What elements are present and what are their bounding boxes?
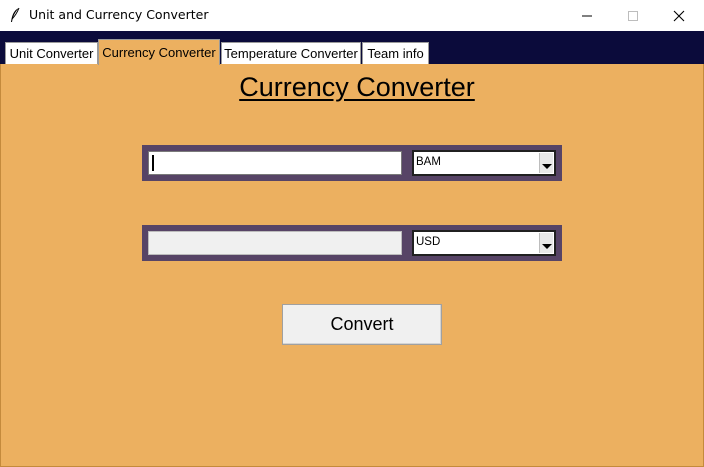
dropdown-arrow-button[interactable] xyxy=(539,233,553,253)
chevron-down-icon xyxy=(541,244,552,249)
minimize-button[interactable] xyxy=(564,0,610,31)
currency-converter-panel: Currency Converter BAM USD Convert xyxy=(0,64,704,467)
to-currency-value: USD xyxy=(416,236,441,248)
window-title: Unit and Currency Converter xyxy=(29,7,209,22)
tab-temperature-converter[interactable]: Temperature Converter xyxy=(221,42,361,64)
feather-icon xyxy=(11,7,20,22)
close-icon xyxy=(673,10,685,21)
dropdown-arrow-button[interactable] xyxy=(539,153,553,173)
maximize-button[interactable] xyxy=(610,0,656,31)
tab-unit-converter[interactable]: Unit Converter xyxy=(5,42,98,64)
from-currency-value: BAM xyxy=(416,156,441,168)
tab-currency-converter[interactable]: Currency Converter xyxy=(98,39,220,65)
chevron-down-icon xyxy=(541,164,552,169)
to-row: USD xyxy=(142,225,562,261)
page-title: Currency Converter xyxy=(239,72,475,102)
to-currency-select[interactable]: USD xyxy=(412,230,556,256)
amount-input[interactable] xyxy=(148,151,402,175)
text-cursor xyxy=(152,155,154,171)
tab-strip: Unit Converter Currency Converter Temper… xyxy=(0,31,704,65)
close-button[interactable] xyxy=(656,0,702,31)
maximize-icon xyxy=(628,10,638,21)
tab-team-info[interactable]: Team info xyxy=(362,42,429,64)
from-currency-select[interactable]: BAM xyxy=(412,150,556,176)
convert-button[interactable]: Convert xyxy=(282,304,442,345)
minimize-icon xyxy=(582,15,592,16)
from-row: BAM xyxy=(142,145,562,181)
result-output xyxy=(148,231,402,255)
title-bar: Unit and Currency Converter xyxy=(0,0,704,31)
